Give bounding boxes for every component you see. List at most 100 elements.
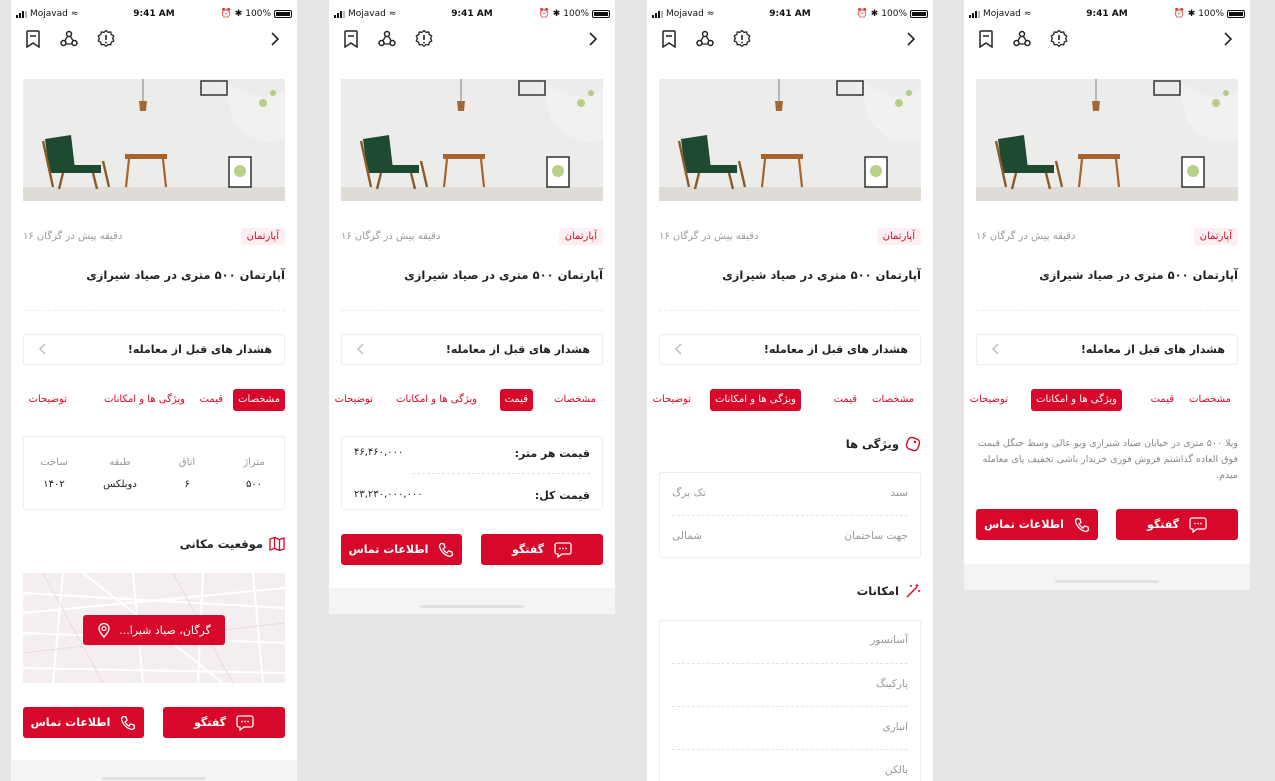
tab-bar: مشخصات قیمت ویژگی ها و امکانات توضیحات	[329, 389, 615, 411]
chat-icon	[554, 541, 572, 558]
tab-price[interactable]: قیمت	[200, 389, 223, 411]
bluetooth-icon: ✱	[1187, 9, 1196, 19]
share-icon[interactable]	[1012, 29, 1032, 49]
tab-price[interactable]: قیمت	[499, 389, 533, 411]
tab-specs[interactable]: مشخصات	[1189, 389, 1231, 411]
chevron-right-icon[interactable]	[1218, 29, 1238, 49]
contact-button[interactable]: اطلاعات تماس	[341, 534, 462, 565]
tab-description[interactable]: توضیحات	[335, 389, 373, 411]
tab-specs[interactable]: مشخصات	[233, 389, 285, 411]
tab-features[interactable]: ویژگی ها و امکانات	[396, 389, 477, 411]
phone-icon	[121, 715, 136, 730]
report-icon[interactable]	[96, 29, 116, 49]
warning-label: هشدار های قبل از معامله!	[127, 343, 272, 356]
divider	[672, 749, 908, 750]
share-icon[interactable]	[59, 29, 79, 49]
divider	[672, 515, 908, 516]
battery-percent: 100%	[881, 9, 907, 19]
chevron-left-icon	[675, 343, 682, 355]
tab-description[interactable]: توضیحات	[29, 389, 67, 411]
listing-photo	[23, 79, 285, 201]
price-per-meter-value: ۴۶,۴۶۰,۰۰۰	[354, 447, 404, 458]
warning-label: هشدار های قبل از معامله!	[445, 343, 590, 356]
listing-title: آپارتمان ۵۰۰ متری در صیاد شیرازی	[86, 268, 285, 282]
warning-link[interactable]: هشدار های قبل از معامله!	[976, 334, 1238, 365]
report-icon[interactable]	[414, 29, 434, 49]
contact-button[interactable]: اطلاعات تماس	[976, 509, 1098, 540]
report-icon[interactable]	[1049, 29, 1069, 49]
screen-price: Mojavad ≈ 9:41 AM ⏰ ✱ 100% ۱۶ دقیقه پیش در …	[329, 0, 615, 614]
category-badge[interactable]: آپارتمان	[876, 228, 921, 245]
battery-icon	[910, 10, 928, 18]
share-icon[interactable]	[377, 29, 397, 49]
location-header: موقعیت مکانی	[180, 537, 285, 551]
map-icon	[269, 537, 285, 551]
chat-label: گفتگو	[511, 543, 545, 556]
tag-icon	[905, 436, 921, 452]
top-bar	[964, 24, 1250, 54]
feature-value: تک برگ	[672, 487, 706, 499]
features-card: سند تک برگ جهت ساختمان شمالی	[659, 472, 921, 558]
category-badge[interactable]: آپارتمان	[240, 228, 285, 245]
map-location-label: گرگان، صیاد شیرا...	[119, 623, 211, 637]
location-map[interactable]: گرگان، صیاد شیرا...	[23, 573, 285, 683]
battery-percent: 100%	[245, 9, 271, 19]
warning-link[interactable]: هشدار های قبل از معامله!	[341, 334, 603, 365]
category-badge[interactable]: آپارتمان	[1193, 228, 1238, 245]
tab-specs[interactable]: مشخصات	[872, 389, 914, 411]
chat-button[interactable]: گفتگو	[1116, 509, 1238, 540]
chevron-right-icon[interactable]	[265, 29, 285, 49]
post-time-location: ۱۶ دقیقه پیش در گرگان	[341, 231, 441, 242]
tab-features[interactable]: ویژگی ها و امکانات	[710, 389, 801, 411]
home-indicator	[102, 777, 206, 780]
divider	[672, 663, 908, 664]
home-indicator	[1055, 580, 1159, 583]
status-bar: Mojavad ≈ 9:41 AM ⏰ ✱ 100%	[964, 0, 1250, 24]
spec-header-floor: طبقه	[109, 457, 131, 468]
tab-price[interactable]: قیمت	[834, 389, 857, 411]
amenity-item: آسانسور	[870, 634, 908, 646]
chevron-right-icon[interactable]	[901, 29, 921, 49]
specs-card: متراژ اتاق طبقه ساخت ۵۰۰ ۶ دوبلکس ۱۴۰۲	[23, 436, 285, 510]
bookmark-icon[interactable]	[341, 29, 361, 49]
share-icon[interactable]	[695, 29, 715, 49]
warning-link[interactable]: هشدار های قبل از معامله!	[23, 334, 285, 365]
contact-label: اطلاعات تماس	[30, 716, 111, 729]
price-card: قیمت هر متر: ۴۶,۴۶۰,۰۰۰ قیمت کل: ۲۳,۲۳۰,…	[341, 436, 603, 510]
divider	[23, 310, 285, 311]
tab-price[interactable]: قیمت	[1151, 389, 1174, 411]
listing-photo	[976, 79, 1238, 201]
listing-photo	[341, 79, 603, 201]
tab-description[interactable]: توضیحات	[970, 389, 1008, 411]
contact-label: اطلاعات تماس	[984, 518, 1064, 531]
tab-features[interactable]: ویژگی ها و امکانات	[1031, 389, 1122, 411]
bookmark-icon[interactable]	[976, 29, 996, 49]
tab-specs[interactable]: مشخصات	[554, 389, 596, 411]
price-per-meter-label: قیمت هر متر:	[514, 447, 590, 460]
bluetooth-icon: ✱	[870, 9, 879, 19]
report-icon[interactable]	[732, 29, 752, 49]
tab-description[interactable]: توضیحات	[653, 389, 691, 411]
chevron-right-icon[interactable]	[583, 29, 603, 49]
tab-features[interactable]: ویژگی ها و امکانات	[104, 389, 185, 411]
chat-button[interactable]: گفتگو	[481, 534, 603, 565]
footer-area	[964, 564, 1250, 590]
price-total-value: ۲۳,۲۳۰,۰۰۰,۰۰۰	[354, 489, 423, 500]
chat-button[interactable]: گفتگو	[163, 707, 285, 738]
price-per-meter-row: قیمت هر متر: ۴۶,۴۶۰,۰۰۰	[354, 443, 590, 465]
bluetooth-icon: ✱	[234, 9, 243, 19]
spec-value-floor: دوبلکس	[103, 479, 137, 490]
contact-button[interactable]: اطلاعات تماس	[23, 707, 144, 738]
battery-icon	[1227, 10, 1245, 18]
warning-link[interactable]: هشدار های قبل از معامله!	[659, 334, 921, 365]
amenities-title: امکانات	[856, 584, 899, 598]
warning-label: هشدار های قبل از معامله!	[763, 343, 908, 356]
divider	[341, 310, 603, 311]
bookmark-icon[interactable]	[23, 29, 43, 49]
screen-description: Mojavad ≈ 9:41 AM ⏰ ✱ 100% ۱۶ دقیقه پیش در …	[964, 0, 1250, 590]
bookmark-icon[interactable]	[659, 29, 679, 49]
category-badge[interactable]: آپارتمان	[558, 228, 603, 245]
screen-features: Mojavad ≈ 9:41 AM ⏰ ✱ 100% ۱۶ دقیقه پیش در …	[647, 0, 933, 781]
map-location-pill[interactable]: گرگان، صیاد شیرا...	[83, 615, 225, 645]
post-time-location: ۱۶ دقیقه پیش در گرگان	[659, 231, 759, 242]
